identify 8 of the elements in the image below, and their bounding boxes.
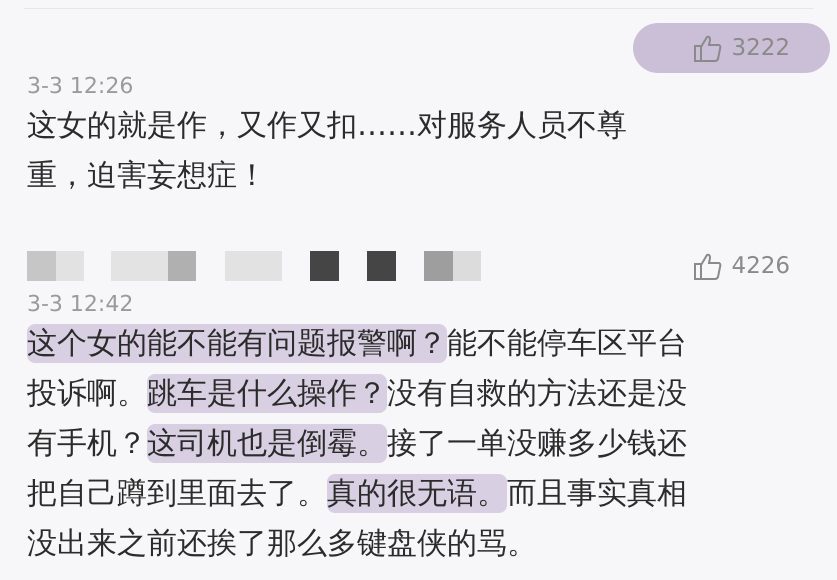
like-button[interactable]: 3222: [633, 22, 830, 74]
comment-time: 3-3 12:42: [27, 291, 134, 319]
thumbs-up-icon: [693, 33, 724, 63]
thumbs-up-icon: [693, 251, 724, 281]
like-button[interactable]: 4226: [633, 240, 830, 292]
comment-text: 这个女的能不能有问题报警啊？能不能停车区平台投诉啊。跳车是什么操作？没有自救的方法还是没有手机？这司机也是倒霉。接了一单没赚多少钱还把自己蹲到里面去了。真的很无语。而且事实真相没出来之前还挨了那么多键盘侠的骂。: [27, 323, 688, 563]
comment-text: 这女的就是作，又作又扣……对服务人员不尊重，迫害妄想症！: [27, 107, 628, 195]
comment-time: 3-3 12:26: [27, 73, 134, 101]
